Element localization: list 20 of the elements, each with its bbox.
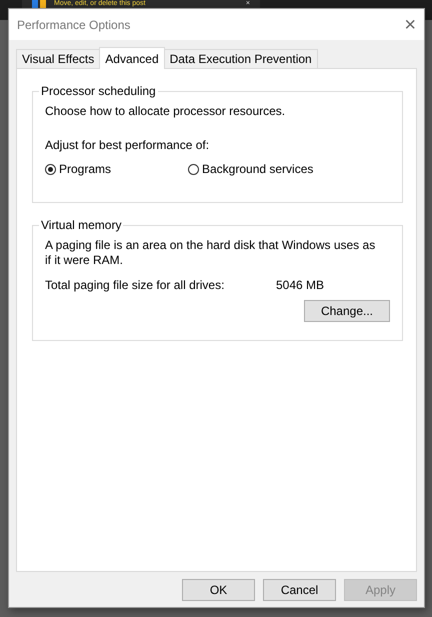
change-button[interactable]: Change... bbox=[304, 300, 390, 322]
tab[interactable]: Data Execution Prevention bbox=[164, 49, 318, 68]
group-title: Virtual memory bbox=[39, 218, 124, 233]
dialog-button[interactable]: OK bbox=[182, 579, 255, 601]
window-title: Performance Options bbox=[17, 18, 130, 32]
radio-button[interactable] bbox=[188, 164, 199, 174]
group-title: Processor scheduling bbox=[39, 84, 158, 99]
description-text: Choose how to allocate processor resources. bbox=[45, 104, 286, 119]
radio-option[interactable]: Programs bbox=[45, 162, 188, 176]
prompt-text: Adjust for best performance of: bbox=[45, 138, 210, 153]
close-icon[interactable]: × bbox=[404, 14, 416, 34]
size-label: Total paging file size for all drives: bbox=[45, 278, 226, 292]
app-icon bbox=[32, 0, 46, 8]
tab[interactable]: Advanced bbox=[99, 47, 165, 69]
radio-option[interactable]: Background services bbox=[188, 162, 331, 176]
tab[interactable]: Visual Effects bbox=[16, 49, 100, 68]
dialog-button[interactable]: Cancel bbox=[263, 579, 336, 601]
size-value: 5046 MB bbox=[276, 278, 324, 292]
description-text: A paging file is an area on the hard disk that Windows uses as if it were RAM. bbox=[45, 238, 376, 268]
radio-button[interactable] bbox=[45, 164, 56, 174]
